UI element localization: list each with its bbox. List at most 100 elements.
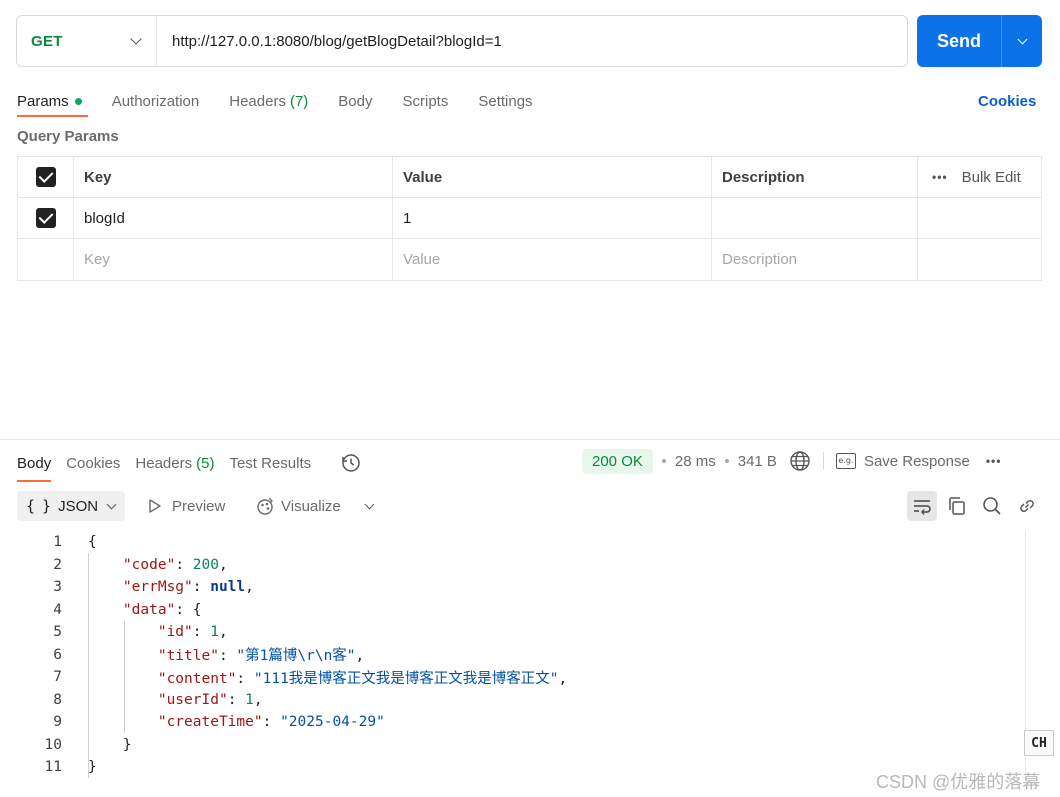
copy-button[interactable] bbox=[942, 491, 972, 521]
visualize-options-button[interactable] bbox=[358, 491, 380, 521]
send-button-group: Send bbox=[917, 15, 1042, 67]
param-value-cell[interactable]: 1 bbox=[393, 198, 712, 238]
code-text: "code": 200, bbox=[122, 556, 228, 573]
tab-response-body[interactable]: Body bbox=[17, 448, 52, 482]
tab-body[interactable]: Body bbox=[338, 86, 372, 116]
value-header: Value bbox=[393, 157, 712, 197]
cookies-link[interactable]: Cookies bbox=[978, 86, 1036, 116]
visualize-button[interactable]: Visualize bbox=[255, 491, 341, 521]
code-text: } bbox=[122, 736, 132, 753]
history-icon[interactable] bbox=[340, 452, 362, 474]
line-number: 7 bbox=[53, 669, 62, 686]
url-input[interactable] bbox=[157, 16, 907, 66]
params-active-dot bbox=[74, 97, 82, 105]
line-number: 5 bbox=[53, 624, 62, 641]
wrap-lines-button[interactable] bbox=[907, 491, 937, 521]
tab-response-cookies[interactable]: Cookies bbox=[66, 448, 120, 478]
format-label: JSON bbox=[58, 497, 99, 515]
tab-label: Body bbox=[338, 92, 373, 110]
tab-label: Scripts bbox=[402, 92, 449, 110]
status-badge[interactable]: 200 OK bbox=[582, 448, 653, 474]
code-line: 2 "code": 200, bbox=[0, 554, 1040, 577]
globe-icon[interactable] bbox=[789, 450, 811, 472]
tab-params[interactable]: Params bbox=[17, 86, 88, 117]
tab-label: Params bbox=[17, 92, 69, 110]
param-key-cell[interactable]: blogId bbox=[74, 198, 393, 238]
empty-cell bbox=[918, 239, 1041, 280]
play-icon bbox=[149, 499, 161, 513]
search-button[interactable] bbox=[977, 491, 1007, 521]
tab-test-results[interactable]: Test Results bbox=[229, 448, 311, 478]
bulk-edit-button[interactable]: Bulk Edit bbox=[962, 169, 1021, 186]
response-size[interactable]: 341 B bbox=[738, 453, 777, 470]
code-text: { bbox=[88, 534, 97, 551]
key-placeholder[interactable]: Key bbox=[74, 239, 393, 280]
code-line: 3 "errMsg": null, bbox=[0, 576, 1040, 599]
description-placeholder[interactable]: Description bbox=[712, 239, 918, 280]
chevron-down-icon bbox=[1017, 34, 1027, 44]
preview-button[interactable]: Preview bbox=[148, 491, 225, 521]
code-text: "title": "第1篇博\r\n客", bbox=[157, 648, 365, 665]
select-all-checkbox[interactable] bbox=[35, 167, 56, 187]
wrap-lines-icon bbox=[914, 500, 931, 515]
key-header: Key bbox=[74, 157, 393, 197]
response-headers-count: (5) bbox=[196, 454, 215, 472]
more-options-icon[interactable]: ••• bbox=[986, 454, 1002, 468]
code-line: 7 "content": "111我是博客正文我是博客正文我是博客正文", bbox=[0, 666, 1040, 689]
format-select[interactable]: { } JSON bbox=[17, 491, 125, 521]
tab-response-headers[interactable]: Headers (5) bbox=[135, 448, 214, 478]
separator-dot bbox=[724, 459, 729, 463]
headers-count: (7) bbox=[289, 92, 309, 110]
response-time[interactable]: 28 ms bbox=[675, 453, 716, 470]
link-icon bbox=[1020, 499, 1034, 513]
tab-headers[interactable]: Headers (7) bbox=[229, 86, 308, 116]
tab-label: Headers bbox=[229, 92, 286, 110]
line-number: 11 bbox=[44, 759, 62, 776]
line-number: 2 bbox=[53, 556, 62, 573]
braces-icon: { } bbox=[26, 497, 51, 515]
code-text: "data": { bbox=[122, 601, 202, 618]
code-text: "errMsg": null, bbox=[122, 579, 254, 596]
method-select[interactable]: GET bbox=[17, 16, 157, 66]
code-line: 4 "data": { bbox=[0, 599, 1040, 622]
param-description-cell[interactable] bbox=[712, 198, 918, 238]
save-response-button[interactable]: Save Response bbox=[864, 453, 970, 470]
line-number: 6 bbox=[53, 646, 62, 663]
separator-dot bbox=[661, 459, 666, 463]
send-button[interactable]: Send bbox=[917, 15, 1001, 67]
pane-divider[interactable] bbox=[0, 439, 1060, 440]
response-body-editor[interactable]: 1{ 2 "code": 200, 3 "errMsg": null, 4 "d… bbox=[0, 531, 1040, 779]
value-placeholder[interactable]: Value bbox=[393, 239, 712, 280]
row-checkbox-cell bbox=[18, 198, 74, 238]
code-line: 6 "title": "第1篇博\r\n客", bbox=[0, 644, 1040, 667]
table-row-new: Key Value Description bbox=[18, 239, 1041, 280]
select-all-cell bbox=[18, 157, 74, 197]
link-button[interactable] bbox=[1012, 491, 1042, 521]
tab-label: Headers bbox=[135, 454, 193, 472]
row-checkbox[interactable] bbox=[35, 208, 56, 228]
line-number: 4 bbox=[53, 601, 62, 618]
tab-label: Authorization bbox=[111, 92, 200, 110]
line-number: 10 bbox=[44, 736, 62, 753]
search-icon bbox=[983, 497, 1001, 515]
code-line: 10 } bbox=[0, 734, 1040, 757]
tab-label: Settings bbox=[478, 92, 533, 110]
tab-settings[interactable]: Settings bbox=[478, 86, 532, 116]
code-line: 1{ bbox=[0, 531, 1040, 554]
line-number: 8 bbox=[53, 691, 62, 708]
description-header: Description bbox=[712, 157, 918, 197]
send-options-button[interactable] bbox=[1001, 15, 1042, 67]
watermark: CSDN @优雅的落幕 bbox=[876, 772, 1041, 792]
tab-authorization[interactable]: Authorization bbox=[112, 86, 200, 116]
response-status-bar: 200 OK 28 ms 341 B e.g. Save Response ••… bbox=[582, 447, 1001, 475]
method-label: GET bbox=[31, 32, 63, 50]
tab-scripts[interactable]: Scripts bbox=[403, 86, 449, 116]
code-text: "id": 1, bbox=[157, 624, 228, 641]
vertical-separator bbox=[822, 452, 824, 470]
chevron-down-icon bbox=[106, 499, 117, 509]
code-line: 5 "id": 1, bbox=[0, 621, 1040, 644]
table-header-row: Key Value Description ••• Bulk Edit bbox=[18, 157, 1041, 198]
more-options-icon[interactable]: ••• bbox=[932, 170, 948, 184]
line-number: 9 bbox=[53, 714, 62, 731]
code-text: } bbox=[88, 759, 97, 776]
